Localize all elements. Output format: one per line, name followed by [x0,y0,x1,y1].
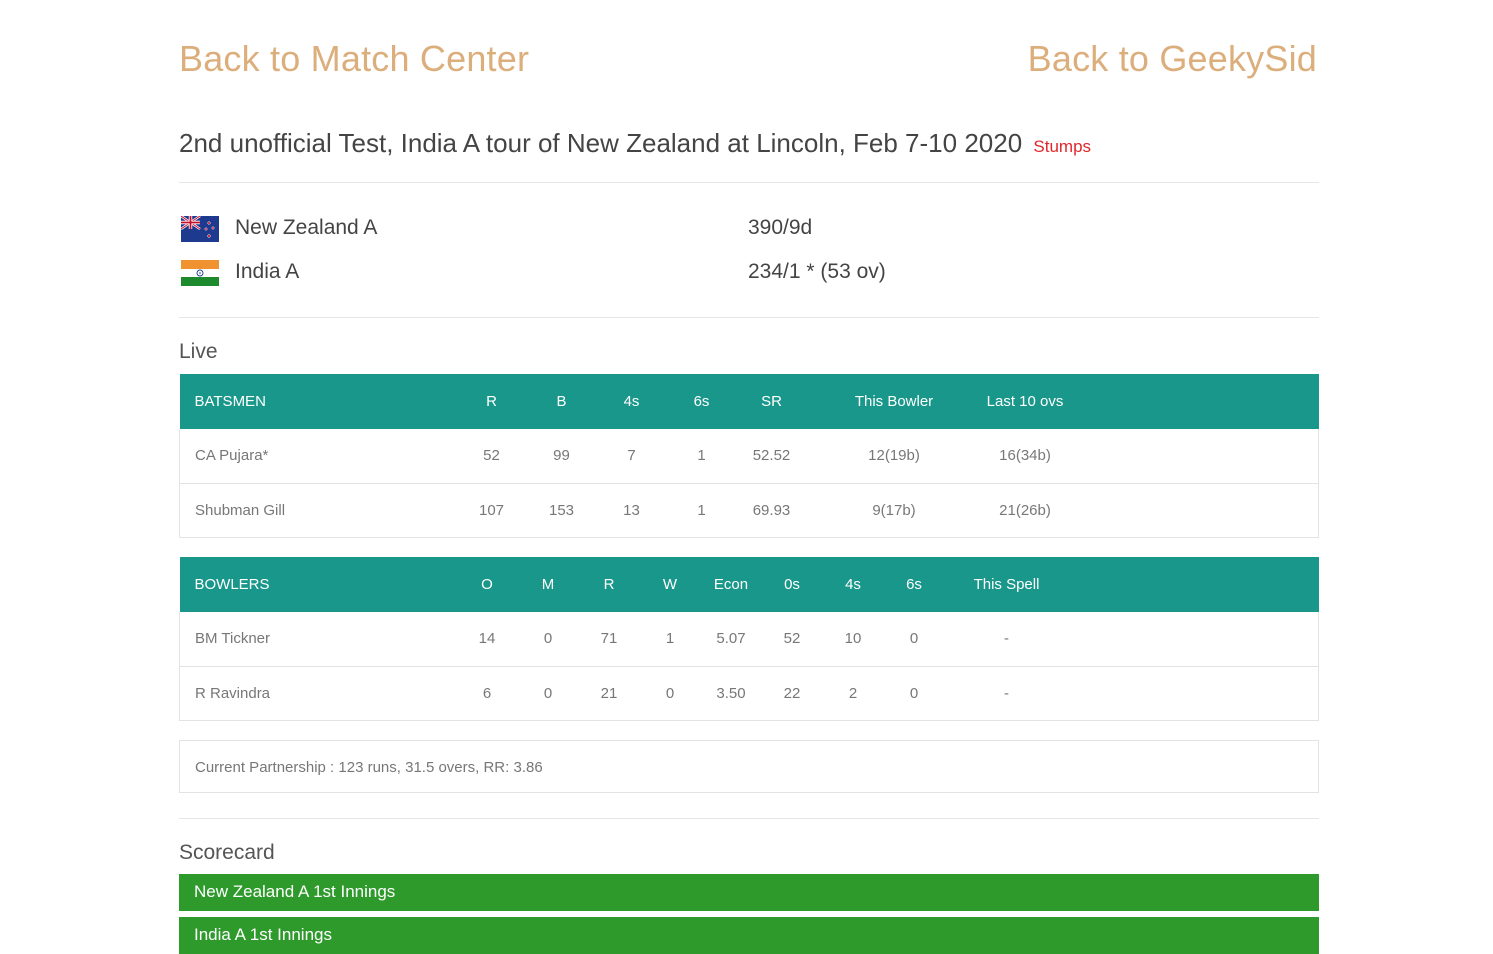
table-cell: 7 [627,447,636,465]
column-header: 6s [906,576,922,593]
column-header: O [481,576,493,593]
column-header: Last 10 ovs [986,393,1064,410]
column-header: W [662,576,678,593]
table-cell: 21(26b) [999,501,1051,519]
team-row: New Zealand A 390/9d [181,216,1311,242]
table-cell-empty [1069,429,1319,483]
match-title-text: 2nd unofficial Test, India A tour of New… [179,128,1023,158]
column-header: R [603,576,615,593]
column-header: BATSMEN [194,393,266,410]
live-heading: Live [179,340,218,363]
column-header: B [556,393,567,410]
batsman-name: Shubman Gill [195,501,286,519]
table-cell: 22 [783,684,801,702]
table-cell: 0 [909,630,919,648]
table-row: CA Pujara* 52 99 7 1 52.52 12(19b) 16(34… [179,429,1319,483]
team-score: 234/1 * (53 ov) [748,260,886,283]
column-header: 4s [845,576,861,593]
batsmen-table: BATSMEN R B 4s 6s SR This Bowler Last 10… [179,374,1319,538]
table-cell: 9(17b) [872,501,916,519]
table-cell: 52 [783,630,801,648]
table-cell: 0 [665,684,675,702]
table-cell: - [1004,630,1009,648]
column-header: Econ [713,576,749,593]
table-cell: 52 [483,447,500,465]
india-flag-icon [181,260,219,286]
innings-bar-new-zealand-a[interactable]: New Zealand A 1st Innings [179,874,1319,911]
match-title: 2nd unofficial Test, India A tour of New… [179,128,1091,159]
divider [179,818,1319,819]
top-navigation: Back to Match Center Back to GeekySid [179,0,1319,110]
table-cell: 153 [548,501,575,519]
team-name: New Zealand A [235,216,378,239]
scorecard-heading: Scorecard [179,841,275,864]
table-cell: 10 [844,630,862,648]
table-cell: 21 [600,684,618,702]
team-name: India A [235,260,300,283]
table-row: R Ravindra 6 0 21 0 3.50 22 2 0 - [179,666,1319,720]
table-row: BM Tickner 14 0 71 1 5.07 52 10 0 - [179,612,1319,666]
column-header: 6s [693,393,710,410]
table-cell: 13 [623,501,640,519]
table-cell: 1 [697,501,706,519]
bowlers-table: BOWLERS O M R W Econ 0s 4s 6s This Spell… [179,557,1319,721]
divider [179,317,1319,318]
bowler-name: R Ravindra [195,684,271,702]
innings-bar-india-a[interactable]: India A 1st Innings [179,917,1319,954]
new-zealand-flag-icon [181,216,219,242]
column-header: BOWLERS [194,576,270,593]
table-cell: 107 [478,501,505,519]
table-cell: - [1004,684,1009,702]
table-cell: 52.52 [752,447,791,465]
divider [179,182,1319,183]
table-cell-empty [1069,666,1319,720]
table-cell: 71 [600,630,618,648]
column-header: 4s [623,393,640,410]
bowlers-header-row: BOWLERS O M R W Econ 0s 4s 6s This Spell [179,557,1319,612]
table-cell: 0 [543,630,553,648]
column-header: M [541,576,555,593]
table-cell: 6 [482,684,492,702]
table-row: Shubman Gill 107 153 13 1 69.93 9(17b) 2… [179,483,1319,537]
column-header: This Bowler [854,393,934,410]
table-cell: 14 [478,630,496,648]
table-cell: 99 [553,447,570,465]
team-row: India A 234/1 * (53 ov) [181,260,1311,286]
back-to-geekysid-link[interactable]: Back to GeekySid [1028,38,1317,80]
table-cell: 5.07 [716,630,746,648]
table-cell: 12(19b) [868,447,920,465]
table-cell: 1 [697,447,706,465]
current-partnership: Current Partnership : 123 runs, 31.5 ove… [179,740,1319,793]
match-status: Stumps [1033,137,1092,156]
table-cell-empty [1069,483,1319,537]
column-header: 0s [784,576,800,593]
column-header-empty [1069,374,1319,429]
table-cell: 16(34b) [999,447,1051,465]
back-to-match-center-link[interactable]: Back to Match Center [179,38,529,80]
team-score: 390/9d [748,216,813,239]
batsman-name: CA Pujara* [195,447,269,465]
column-header-empty [1069,557,1319,612]
column-header: SR [761,393,782,410]
table-cell-empty [1069,612,1319,666]
table-cell: 0 [543,684,553,702]
page-container: Back to Match Center Back to GeekySid 2n… [179,0,1319,954]
batsmen-header-row: BATSMEN R B 4s 6s SR This Bowler Last 10… [179,374,1319,429]
table-cell: 2 [848,684,858,702]
table-cell: 0 [909,684,919,702]
table-cell: 69.93 [752,501,791,519]
column-header: This Spell [973,576,1040,593]
bowler-name: BM Tickner [195,630,271,648]
column-header: R [486,393,497,410]
table-cell: 3.50 [716,684,746,702]
table-cell: 1 [665,630,675,648]
